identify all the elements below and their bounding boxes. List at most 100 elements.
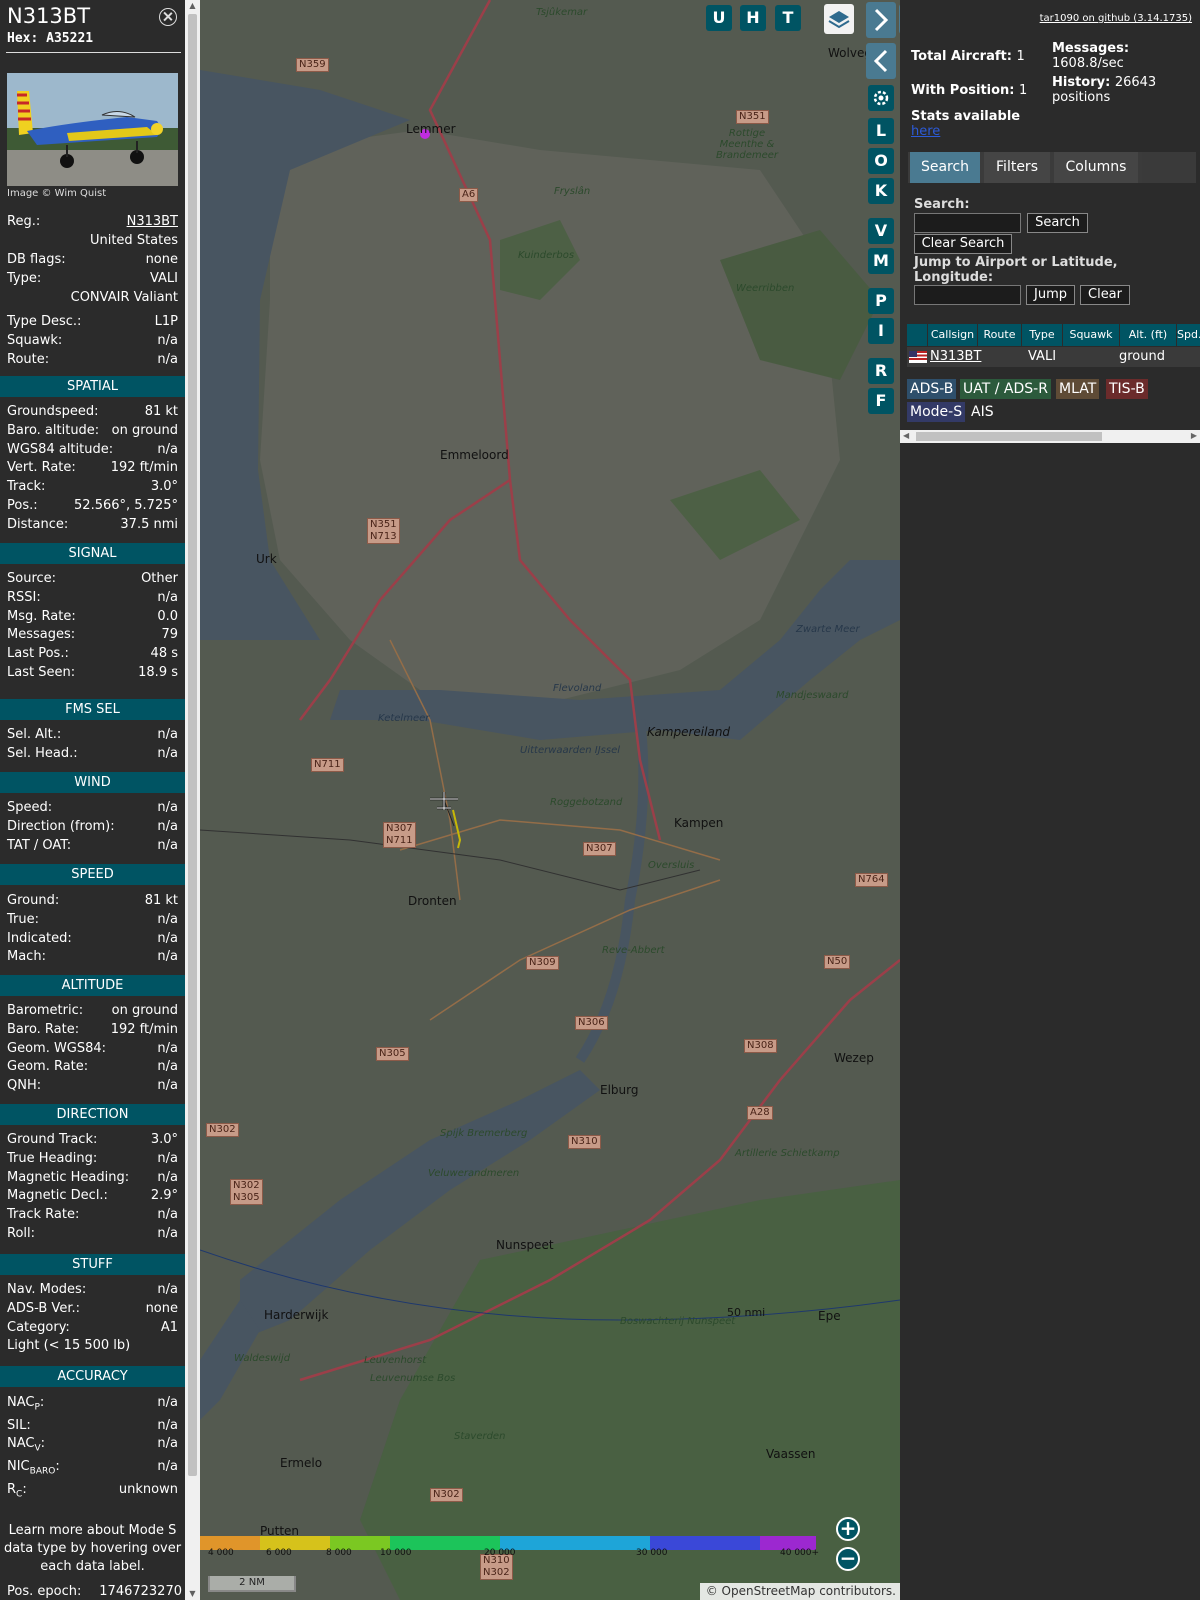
place-label: Dronten	[408, 894, 457, 908]
column-alt[interactable]: Alt. (ft)	[1120, 324, 1176, 346]
stuff-label: ADS-B Ver.:	[7, 1300, 80, 1316]
legend-tick: 40 000+	[780, 1548, 820, 1558]
section-accuracy: ACCURACY	[0, 1366, 185, 1387]
nicbaro-row: NICBARO: n/a	[7, 1459, 178, 1477]
road-shield: N302	[206, 1123, 239, 1137]
map-button-i[interactable]: I	[868, 318, 894, 344]
close-icon[interactable]	[159, 8, 177, 26]
jump-input[interactable]	[914, 285, 1021, 305]
nacv-row: NACV: n/a	[7, 1436, 178, 1454]
map-button-r[interactable]: R	[868, 358, 894, 384]
table-scrollbar[interactable]: ◀ ▶	[900, 430, 1200, 443]
section-signal: SIGNAL	[0, 543, 185, 564]
map-button-l[interactable]: L	[868, 118, 894, 144]
map-button-f[interactable]: F	[868, 388, 894, 414]
speed-row: Ground: 81 kt	[7, 893, 178, 911]
expand-sidebar-button[interactable]	[866, 2, 896, 38]
settings-button[interactable]	[868, 85, 894, 111]
map-button-v[interactable]: V	[868, 218, 894, 244]
reg-link[interactable]: N313BT	[127, 214, 178, 229]
dbflags-label: DB flags:	[7, 252, 66, 267]
learn-more-text: Learn more about Mode S data type by hov…	[3, 1523, 182, 1574]
dbflags-row: DB flags: none	[7, 252, 178, 270]
column-type[interactable]: Type	[1022, 324, 1062, 346]
info-scrollbar[interactable]: ▲ ▼	[185, 0, 200, 1600]
collapse-sidebar-button[interactable]	[866, 43, 896, 79]
typedesc-label: Type Desc.:	[7, 314, 82, 329]
stats-link[interactable]: here	[911, 124, 940, 139]
us-flag-icon	[909, 351, 927, 363]
column-callsign[interactable]: Callsign	[928, 324, 977, 346]
scroll-down-icon[interactable]: ▼	[185, 1588, 200, 1600]
pos-epoch-row: Pos. epoch: 1746723270	[7, 1584, 182, 1600]
place-label: Oversluis	[648, 860, 695, 871]
wind-value: n/a	[157, 818, 178, 834]
column-flag[interactable]	[907, 324, 927, 346]
wind-value: n/a	[157, 837, 178, 853]
aircraft-photo[interactable]	[7, 73, 178, 186]
tab-filters[interactable]: Filters	[984, 152, 1050, 183]
direction-value: n/a	[157, 1207, 178, 1223]
tab-columns[interactable]: Columns	[1054, 152, 1138, 183]
stuff-value: n/a	[157, 1282, 178, 1297]
place-label: Urk	[256, 552, 277, 566]
column-spd[interactable]: Spd.	[1177, 324, 1200, 346]
map-button-k[interactable]: K	[868, 178, 894, 204]
zoom-out-button[interactable]: −	[836, 1547, 860, 1571]
layers-button[interactable]	[824, 4, 854, 34]
map-view[interactable]: Lemmer Emmeloord Urk Dronten Kampen Elburg Nun…	[200, 0, 900, 1600]
zoom-in-button[interactable]: +	[836, 1517, 860, 1541]
tab-search[interactable]: Search	[910, 152, 980, 183]
altitude-row: Geom. Rate: n/a	[7, 1059, 178, 1077]
map-button-p[interactable]: P	[868, 288, 894, 314]
row-callsign[interactable]: N313BT	[930, 347, 981, 367]
direction-value: 3.0°	[150, 1132, 178, 1147]
clear-button[interactable]: Clear	[1080, 285, 1130, 305]
stuff-label: Category:	[7, 1319, 70, 1335]
map-button-u[interactable]: U	[706, 5, 732, 31]
legend-tick: 6 000	[266, 1548, 292, 1558]
table-row[interactable]: N313BT VALI ground	[907, 347, 1200, 367]
version-link[interactable]: tar1090 on github (3.14.1735)	[1040, 13, 1192, 24]
map-button-t[interactable]: T	[775, 5, 801, 31]
layers-icon	[828, 11, 850, 29]
scroll-up-icon[interactable]: ▲	[185, 0, 200, 12]
jump-button[interactable]: Jump	[1026, 285, 1075, 305]
road-shield: N307	[583, 842, 616, 856]
search-input[interactable]	[914, 213, 1021, 233]
map-button-h[interactable]: H	[740, 5, 766, 31]
column-squawk[interactable]: Squawk	[1063, 324, 1119, 346]
map-attribution[interactable]: © OpenStreetMap contributors.	[700, 1583, 900, 1600]
direction-label: True Heading:	[7, 1150, 98, 1166]
road-shield: N302	[430, 1488, 463, 1502]
range-ring-label: 50 nmi	[727, 1306, 766, 1319]
signal-label: Messages:	[7, 627, 76, 643]
map-button-o[interactable]: O	[868, 148, 894, 174]
signal-value: 18.9 s	[138, 665, 178, 680]
stuff-row: Light (< 15 500 lb)	[7, 1338, 178, 1356]
wind-value: n/a	[157, 800, 178, 815]
scroll-left-icon[interactable]: ◀	[903, 431, 909, 440]
spatial-value: 52.566°, 5.725°	[74, 498, 178, 513]
search-label: Search:	[914, 197, 970, 212]
row-type: VALI	[1028, 349, 1057, 364]
road-shield: N305	[376, 1047, 409, 1061]
scroll-thumb[interactable]	[188, 14, 197, 1476]
table-scroll-thumb[interactable]	[916, 432, 1102, 441]
direction-label: Magnetic Decl.:	[7, 1188, 108, 1204]
scroll-right-icon[interactable]: ▶	[1191, 431, 1197, 440]
fms-row: Sel. Head.: n/a	[7, 746, 178, 764]
nacp-row: NACP: n/a	[7, 1395, 178, 1413]
search-button[interactable]: Search	[1027, 213, 1088, 233]
dbflags-value: none	[145, 252, 178, 267]
map-button-m[interactable]: M	[868, 248, 894, 274]
squawk-label: Squawk:	[7, 333, 63, 348]
nacv-label: NACV:	[7, 1436, 46, 1454]
section-stuff: STUFF	[0, 1254, 185, 1275]
aircraft-marker-icon[interactable]	[428, 790, 460, 812]
pos-epoch-label: Pos. epoch:	[7, 1584, 82, 1599]
direction-label: Magnetic Heading:	[7, 1169, 130, 1185]
direction-label: Ground Track:	[7, 1132, 98, 1147]
clear-search-button[interactable]: Clear Search	[914, 234, 1012, 254]
column-route[interactable]: Route	[978, 324, 1021, 346]
